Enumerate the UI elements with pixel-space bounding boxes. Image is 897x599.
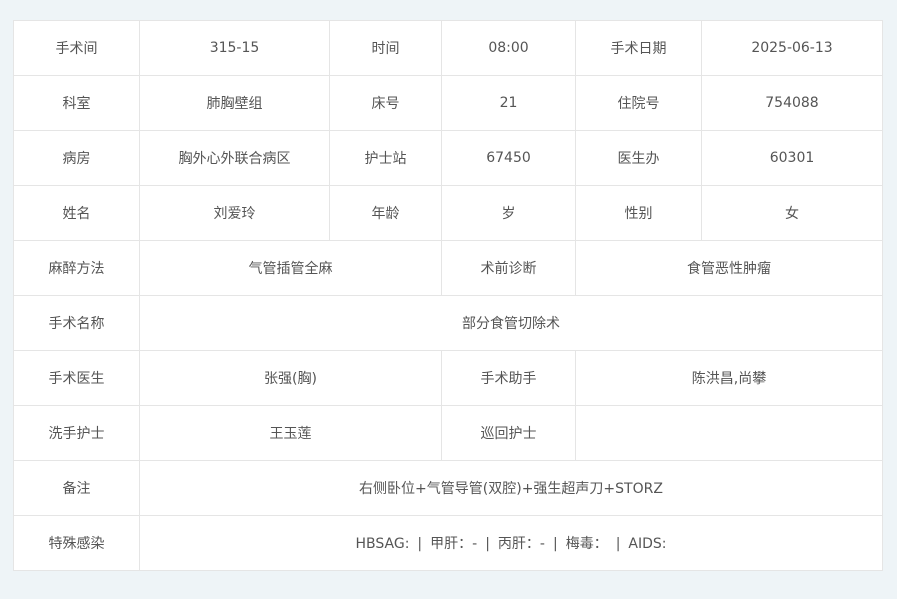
ward-label: 病房 — [13, 130, 140, 186]
bed-value: 21 — [441, 75, 576, 131]
separator: | — [485, 536, 490, 552]
nurse-station-label: 护士站 — [329, 130, 442, 186]
separator: | — [615, 536, 621, 552]
surgeon-value: 张强(胸) — [139, 350, 442, 406]
doctor-office-value: 60301 — [701, 130, 883, 186]
dept-value: 肺胸壁组 — [139, 75, 330, 131]
hbsag-status: HBSAG: — [355, 536, 410, 552]
surgeon-label: 手术医生 — [13, 350, 140, 406]
circulating-nurse-value — [575, 405, 883, 461]
time-value: 08:00 — [441, 20, 576, 76]
table-row: 手术名称 部分食管切除术 — [13, 295, 883, 351]
aids-status: AIDS: — [628, 536, 667, 552]
table-row: 病房 胸外心外联合病区 护士站 67450 医生办 60301 — [13, 130, 883, 186]
name-label: 姓名 — [13, 185, 140, 241]
separator: | — [552, 536, 558, 552]
assistant-value: 陈洪昌,尚攀 — [575, 350, 883, 406]
date-value: 2025-06-13 — [701, 20, 883, 76]
table-row: 备注 右侧卧位+气管导管(双腔)+强生超声刀+STORZ — [13, 460, 883, 516]
date-label: 手术日期 — [575, 20, 702, 76]
dept-label: 科室 — [13, 75, 140, 131]
surgery-name-value: 部分食管切除术 — [139, 295, 883, 351]
hepatitis-a-status: 甲肝：- — [430, 536, 478, 552]
gender-value: 女 — [701, 185, 883, 241]
table-row: 科室 肺胸壁组 床号 21 住院号 754088 — [13, 75, 883, 131]
assistant-label: 手术助手 — [441, 350, 576, 406]
surgery-name-label: 手术名称 — [13, 295, 140, 351]
ward-value: 胸外心外联合病区 — [139, 130, 330, 186]
anesthesia-value: 气管插管全麻 — [139, 240, 442, 296]
syphilis-status: 梅毒： — [565, 536, 608, 552]
admission-label: 住院号 — [575, 75, 702, 131]
bed-label: 床号 — [329, 75, 442, 131]
table-row: 姓名 刘爱玲 年龄 岁 性别 女 — [13, 185, 883, 241]
gender-label: 性别 — [575, 185, 702, 241]
table-row: 手术间 315-15 时间 08:00 手术日期 2025-06-13 — [13, 20, 883, 76]
room-value: 315-15 — [139, 20, 330, 76]
room-label: 手术间 — [13, 20, 140, 76]
table-row: 麻醉方法 气管插管全麻 术前诊断 食管恶性肿瘤 — [13, 240, 883, 296]
surgery-info-panel: 手术间 315-15 时间 08:00 手术日期 2025-06-13 科室 肺… — [13, 20, 883, 571]
scrub-nurse-label: 洗手护士 — [13, 405, 140, 461]
name-value: 刘爱玲 — [139, 185, 330, 241]
doctor-office-label: 医生办 — [575, 130, 702, 186]
circulating-nurse-label: 巡回护士 — [441, 405, 576, 461]
age-label: 年龄 — [329, 185, 442, 241]
surgery-info-table: 手术间 315-15 时间 08:00 手术日期 2025-06-13 科室 肺… — [13, 20, 883, 571]
infection-value: HBSAG: | 甲肝：- | 丙肝：- | 梅毒： | AIDS: — [139, 515, 883, 571]
nurse-station-value: 67450 — [441, 130, 576, 186]
time-label: 时间 — [329, 20, 442, 76]
table-row: 特殊感染 HBSAG: | 甲肝：- | 丙肝：- | 梅毒： | AIDS: — [13, 515, 883, 571]
diagnosis-label: 术前诊断 — [441, 240, 576, 296]
table-row: 洗手护士 王玉莲 巡回护士 — [13, 405, 883, 461]
scrub-nurse-value: 王玉莲 — [139, 405, 442, 461]
age-value: 岁 — [441, 185, 576, 241]
anesthesia-label: 麻醉方法 — [13, 240, 140, 296]
hepatitis-c-status: 丙肝：- — [497, 536, 545, 552]
table-row: 手术医生 张强(胸) 手术助手 陈洪昌,尚攀 — [13, 350, 883, 406]
separator: | — [417, 536, 423, 552]
remarks-label: 备注 — [13, 460, 140, 516]
infection-label: 特殊感染 — [13, 515, 140, 571]
diagnosis-value: 食管恶性肿瘤 — [575, 240, 883, 296]
remarks-value: 右侧卧位+气管导管(双腔)+强生超声刀+STORZ — [139, 460, 883, 516]
admission-value: 754088 — [701, 75, 883, 131]
